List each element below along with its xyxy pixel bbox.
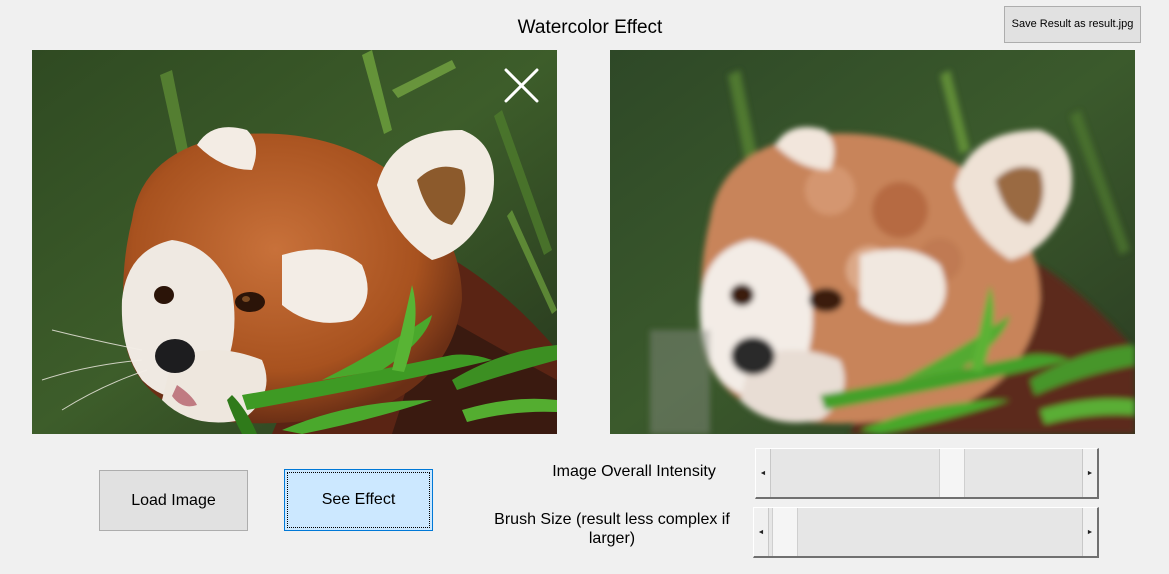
- save-result-button[interactable]: Save Result as result.jpg: [1004, 6, 1141, 43]
- load-image-button[interactable]: Load Image: [99, 470, 248, 531]
- brush-size-label: Brush Size (result less complex if large…: [494, 511, 730, 547]
- brush-left-arrow-icon[interactable]: ◄: [754, 508, 769, 556]
- intensity-label: Image Overall Intensity: [552, 463, 716, 480]
- see-effect-button[interactable]: See Effect: [284, 469, 433, 531]
- original-image: [32, 50, 557, 434]
- brush-right-arrow-icon[interactable]: ►: [1082, 508, 1097, 556]
- brush-size-scrollbar[interactable]: ◄ ►: [753, 507, 1099, 558]
- intensity-thumb[interactable]: [939, 449, 965, 497]
- intensity-scrollbar[interactable]: ◄ ►: [755, 448, 1099, 499]
- window-title: Watercolor Effect: [517, 17, 663, 38]
- intensity-right-arrow-icon[interactable]: ►: [1082, 449, 1097, 497]
- brush-track[interactable]: [769, 508, 1082, 556]
- intensity-left-arrow-icon[interactable]: ◄: [756, 449, 771, 497]
- result-image: [610, 50, 1135, 434]
- intensity-track[interactable]: [771, 449, 1082, 497]
- watercolor-app-window: Watercolor Effect Save Result as result.…: [0, 0, 1169, 574]
- brush-thumb[interactable]: [772, 508, 798, 556]
